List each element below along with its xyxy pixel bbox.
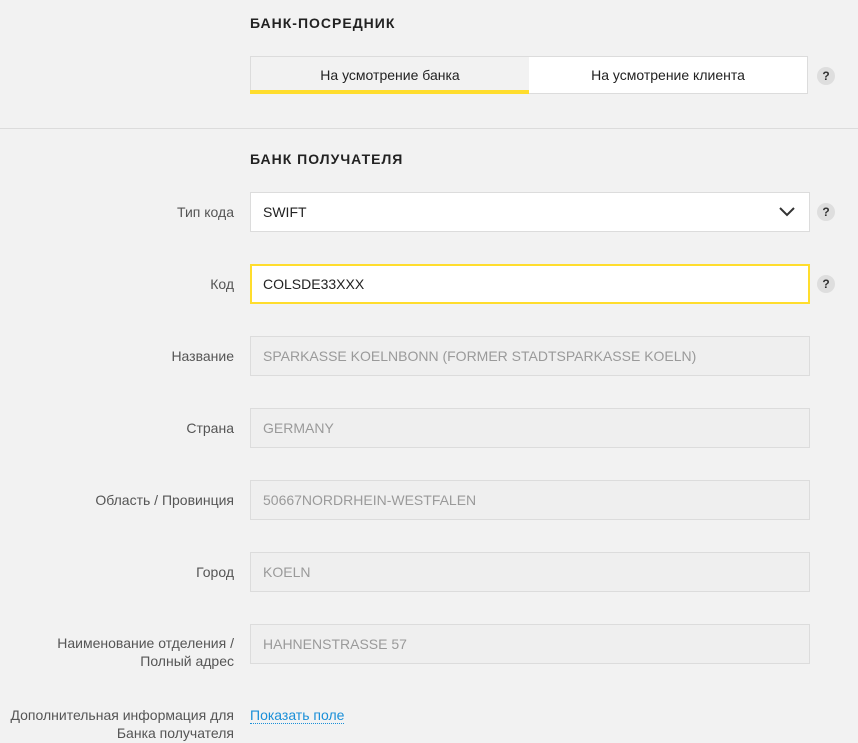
option-bank-discretion[interactable]: На усмотрение банка [250, 57, 529, 94]
branch-label: Наименование отделения / Полный адрес [0, 634, 234, 670]
city-value: KOELN [263, 564, 311, 580]
intermediary-bank-toggle: На усмотрение банка На усмотрение клиент… [250, 56, 808, 94]
code-type-label: Тип кода [177, 204, 234, 220]
code-value: COLSDE33XXX [263, 276, 365, 292]
bank-name-label: Название [171, 348, 234, 364]
code-type-select[interactable]: SWIFT [250, 192, 810, 232]
branch-value: HAHNENSTRASSE 57 [263, 636, 407, 652]
region-label: Область / Провинция [95, 492, 234, 508]
option-client-discretion[interactable]: На усмотрение клиента [529, 57, 807, 93]
chevron-down-icon [777, 202, 797, 222]
intermediary-bank-title: БАНК-ПОСРЕДНИК [250, 15, 396, 31]
country-field: GERMANY [250, 408, 810, 448]
additional-info-label-line1: Дополнительная информация для [10, 707, 234, 723]
country-value: GERMANY [263, 420, 334, 436]
additional-info-label-line2: Банка получателя [116, 725, 234, 741]
region-field: 50667NORDRHEIN-WESTFALEN [250, 480, 810, 520]
region-value: 50667NORDRHEIN-WESTFALEN [263, 492, 477, 508]
code-input[interactable]: COLSDE33XXX [250, 264, 810, 304]
bank-name-field: SPARKASSE KOELNBONN (FORMER STADTSPARKAS… [250, 336, 810, 376]
help-icon[interactable]: ? [817, 203, 835, 221]
city-field: KOELN [250, 552, 810, 592]
code-type-value: SWIFT [263, 204, 307, 220]
show-field-link[interactable]: Показать поле [250, 707, 345, 724]
code-label: Код [210, 276, 234, 292]
additional-info-label: Дополнительная информация для Банка полу… [0, 706, 234, 742]
branch-field: HAHNENSTRASSE 57 [250, 624, 810, 664]
branch-label-line1: Наименование отделения / [57, 635, 234, 651]
recipient-bank-title: БАНК ПОЛУЧАТЕЛЯ [250, 151, 404, 167]
section-divider [0, 128, 858, 129]
bank-name-value: SPARKASSE KOELNBONN (FORMER STADTSPARKAS… [263, 348, 697, 364]
country-label: Страна [186, 420, 234, 436]
branch-label-line2: Полный адрес [140, 653, 234, 669]
city-label: Город [196, 564, 234, 580]
help-icon[interactable]: ? [817, 275, 835, 293]
help-icon[interactable]: ? [817, 67, 835, 85]
